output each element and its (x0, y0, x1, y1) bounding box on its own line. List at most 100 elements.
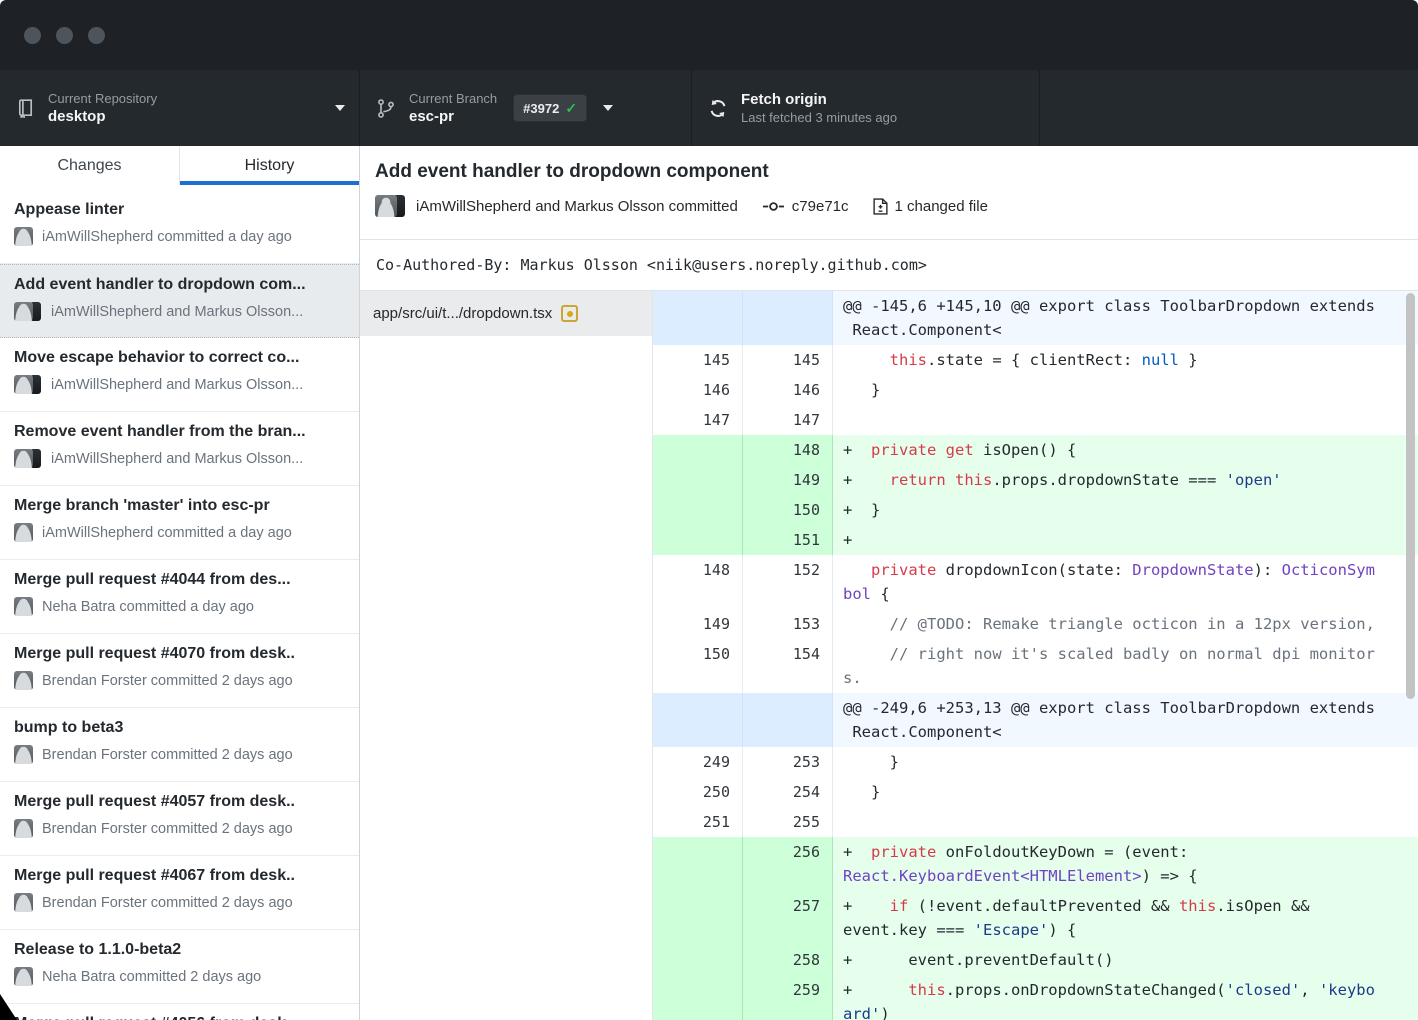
minimize-window-button[interactable] (56, 27, 73, 44)
commit-item-byline: iAmWillShepherd committed a day ago (42, 229, 292, 245)
commit-list-item[interactable]: bump to beta3Brendan Forster committed 2… (0, 708, 359, 782)
new-line-number: 153 (743, 609, 833, 639)
commit-item-title: Remove event handler from the bran... (14, 421, 345, 443)
commit-list-item[interactable]: Remove event handler from the bran... iAm… (0, 412, 359, 486)
commit-item-meta: iAmWillShepherd and Markus Olsson... (14, 375, 345, 394)
diff-code: + private onFoldoutKeyDown = (event:Reac… (833, 837, 1418, 891)
diff-code: // right now it's scaled badly on normal… (833, 639, 1418, 693)
new-line-number: 257 (743, 891, 833, 945)
commit-list-item[interactable]: Release to 1.1.0-beta2Neha Batra committ… (0, 930, 359, 1004)
current-repository-button[interactable]: Current Repository desktop (0, 70, 360, 146)
commit-list-item[interactable]: Appease linter iAmWillShepherd committed … (0, 190, 359, 264)
diff-code: this.state = { clientRect: null } (833, 345, 1418, 375)
authors-avatar (14, 302, 42, 321)
diff-row: 249253 } (653, 747, 1418, 777)
diff-code-line: React.KeyboardEvent<HTMLElement>) => { (843, 864, 1408, 888)
diff-code-line: } (843, 378, 1408, 402)
close-window-button[interactable] (24, 27, 41, 44)
commit-item-meta: iAmWillShepherd and Markus Olsson... (14, 449, 345, 468)
commit-item-meta: Brendan Forster committed 2 days ago (14, 893, 345, 912)
diff-code: + (833, 525, 1418, 555)
commit-list-item[interactable]: Merge branch 'master' into esc-priAmWill… (0, 486, 359, 560)
old-line-number (653, 945, 743, 975)
pull-request-badge[interactable]: #3972 ✓ (513, 94, 587, 122)
commit-item-title: bump to beta3 (14, 717, 345, 739)
diff-code-line: + this.props.onDropdownStateChanged('clo… (843, 978, 1408, 1002)
diff-code-line: // right now it's scaled badly on normal… (843, 642, 1408, 666)
commit-item-byline: iAmWillShepherd and Markus Olsson... (51, 304, 303, 320)
old-line-number: 149 (653, 609, 743, 639)
commit-list-item[interactable]: Move escape behavior to correct co...iAm… (0, 338, 359, 412)
commit-item-title: Appease linter (14, 199, 345, 221)
old-line-number (653, 525, 743, 555)
new-line-number: 259 (743, 975, 833, 1020)
commit-list-item[interactable]: Merge pull request #4044 from des...Neha… (0, 560, 359, 634)
commit-item-meta: Brendan Forster committed 2 days ago (14, 819, 345, 838)
diff-row: 146146 } (653, 375, 1418, 405)
commit-item-title: Merge pull request #4056 from desk.. (14, 1013, 345, 1020)
diff-code-line: + private onFoldoutKeyDown = (event: (843, 840, 1408, 864)
diff-row: 250254 } (653, 777, 1418, 807)
commit-item-title: Merge pull request #4070 from desk.. (14, 643, 345, 665)
commit-item-meta: iAmWillShepherd committed a day ago (14, 227, 345, 246)
commit-list-item[interactable]: Merge pull request #4070 from desk..Bren… (0, 634, 359, 708)
commit-item-meta: iAmWillShepherd committed a day ago (14, 523, 345, 542)
fetch-origin-title: Fetch origin (741, 90, 897, 109)
diff-scrollbar-thumb[interactable] (1406, 293, 1415, 699)
diff-code-line: @@ -249,6 +253,13 @@ export class Toolba… (843, 696, 1408, 720)
file-modified-icon (561, 305, 578, 322)
commit-list-item[interactable]: Merge pull request #4067 from desk..Bren… (0, 856, 359, 930)
diff-code: // @TODO: Remake triangle octicon in a 1… (833, 609, 1418, 639)
diff-code (833, 807, 1418, 837)
current-branch-button[interactable]: Current Branch esc-pr #3972 ✓ (360, 70, 692, 146)
diff-code: private dropdownIcon(state: DropdownStat… (833, 555, 1418, 609)
commit-item-byline: Brendan Forster committed 2 days ago (42, 821, 293, 837)
diff-code: } (833, 375, 1418, 405)
diff-row: 149153 // @TODO: Remake triangle octicon… (653, 609, 1418, 639)
old-line-number (653, 291, 743, 345)
commit-description: Co-Authored-By: Markus Olsson <niik@user… (360, 240, 1418, 291)
commit-list-item[interactable]: Merge pull request #4056 from desk.. (0, 1004, 359, 1020)
window-controls[interactable] (24, 27, 105, 44)
commit-byline: iAmWillShepherd and Markus Olsson commit… (416, 198, 738, 215)
new-line-number: 258 (743, 945, 833, 975)
new-line-number: 151 (743, 525, 833, 555)
new-line-number: 149 (743, 465, 833, 495)
author-avatar (14, 967, 33, 986)
diff-row: 150+ } (653, 495, 1418, 525)
new-line-number: 255 (743, 807, 833, 837)
fetch-origin-button[interactable]: Fetch origin Last fetched 3 minutes ago (692, 70, 1040, 146)
commit-item-byline: iAmWillShepherd and Markus Olsson... (51, 377, 303, 393)
old-line-number (653, 891, 743, 945)
new-line-number: 150 (743, 495, 833, 525)
file-list-item[interactable]: app/src/ui/t.../dropdown.tsx (360, 291, 652, 336)
diff-code-line: + return this.props.dropdownState === 'o… (843, 468, 1408, 492)
old-line-number (653, 495, 743, 525)
old-line-number: 145 (653, 345, 743, 375)
diff-code: } (833, 777, 1418, 807)
zoom-window-button[interactable] (88, 27, 105, 44)
diff-row: 150154 // right now it's scaled badly on… (653, 639, 1418, 693)
diff-code-line: @@ -145,6 +145,10 @@ export class Toolba… (843, 294, 1408, 318)
diff-code-line: + event.preventDefault() (843, 948, 1408, 972)
diff-code-line: } (843, 780, 1408, 804)
chevron-down-icon (335, 105, 345, 111)
diff-rows: @@ -145,6 +145,10 @@ export class Toolba… (653, 291, 1418, 1020)
commit-item-byline: Neha Batra committed a day ago (42, 599, 254, 615)
git-commit-icon (762, 199, 785, 214)
commit-list-item[interactable]: Add event handler to dropdown com...iAmW… (0, 264, 359, 338)
commit-summary: Add event handler to dropdown component … (360, 146, 1418, 240)
diff-row: 251255 (653, 807, 1418, 837)
tab-changes[interactable]: Changes (0, 146, 179, 185)
tab-history[interactable]: History (179, 146, 359, 185)
commit-item-meta: iAmWillShepherd and Markus Olsson... (14, 302, 345, 321)
diff-row: 148152 private dropdownIcon(state: Dropd… (653, 555, 1418, 609)
diff-row: 259 + this.props.onDropdownStateChanged('… (653, 975, 1418, 1020)
commit-list-item[interactable]: Merge pull request #4057 from desk..Bren… (0, 782, 359, 856)
old-line-number: 250 (653, 777, 743, 807)
diff-row: @@ -145,6 +145,10 @@ export class Toolba… (653, 291, 1418, 345)
new-line-number: 256 (743, 837, 833, 891)
toolbar-spacer (1040, 70, 1418, 146)
chevron-down-icon (603, 105, 613, 111)
sidebar-tabs: Changes History (0, 146, 359, 185)
